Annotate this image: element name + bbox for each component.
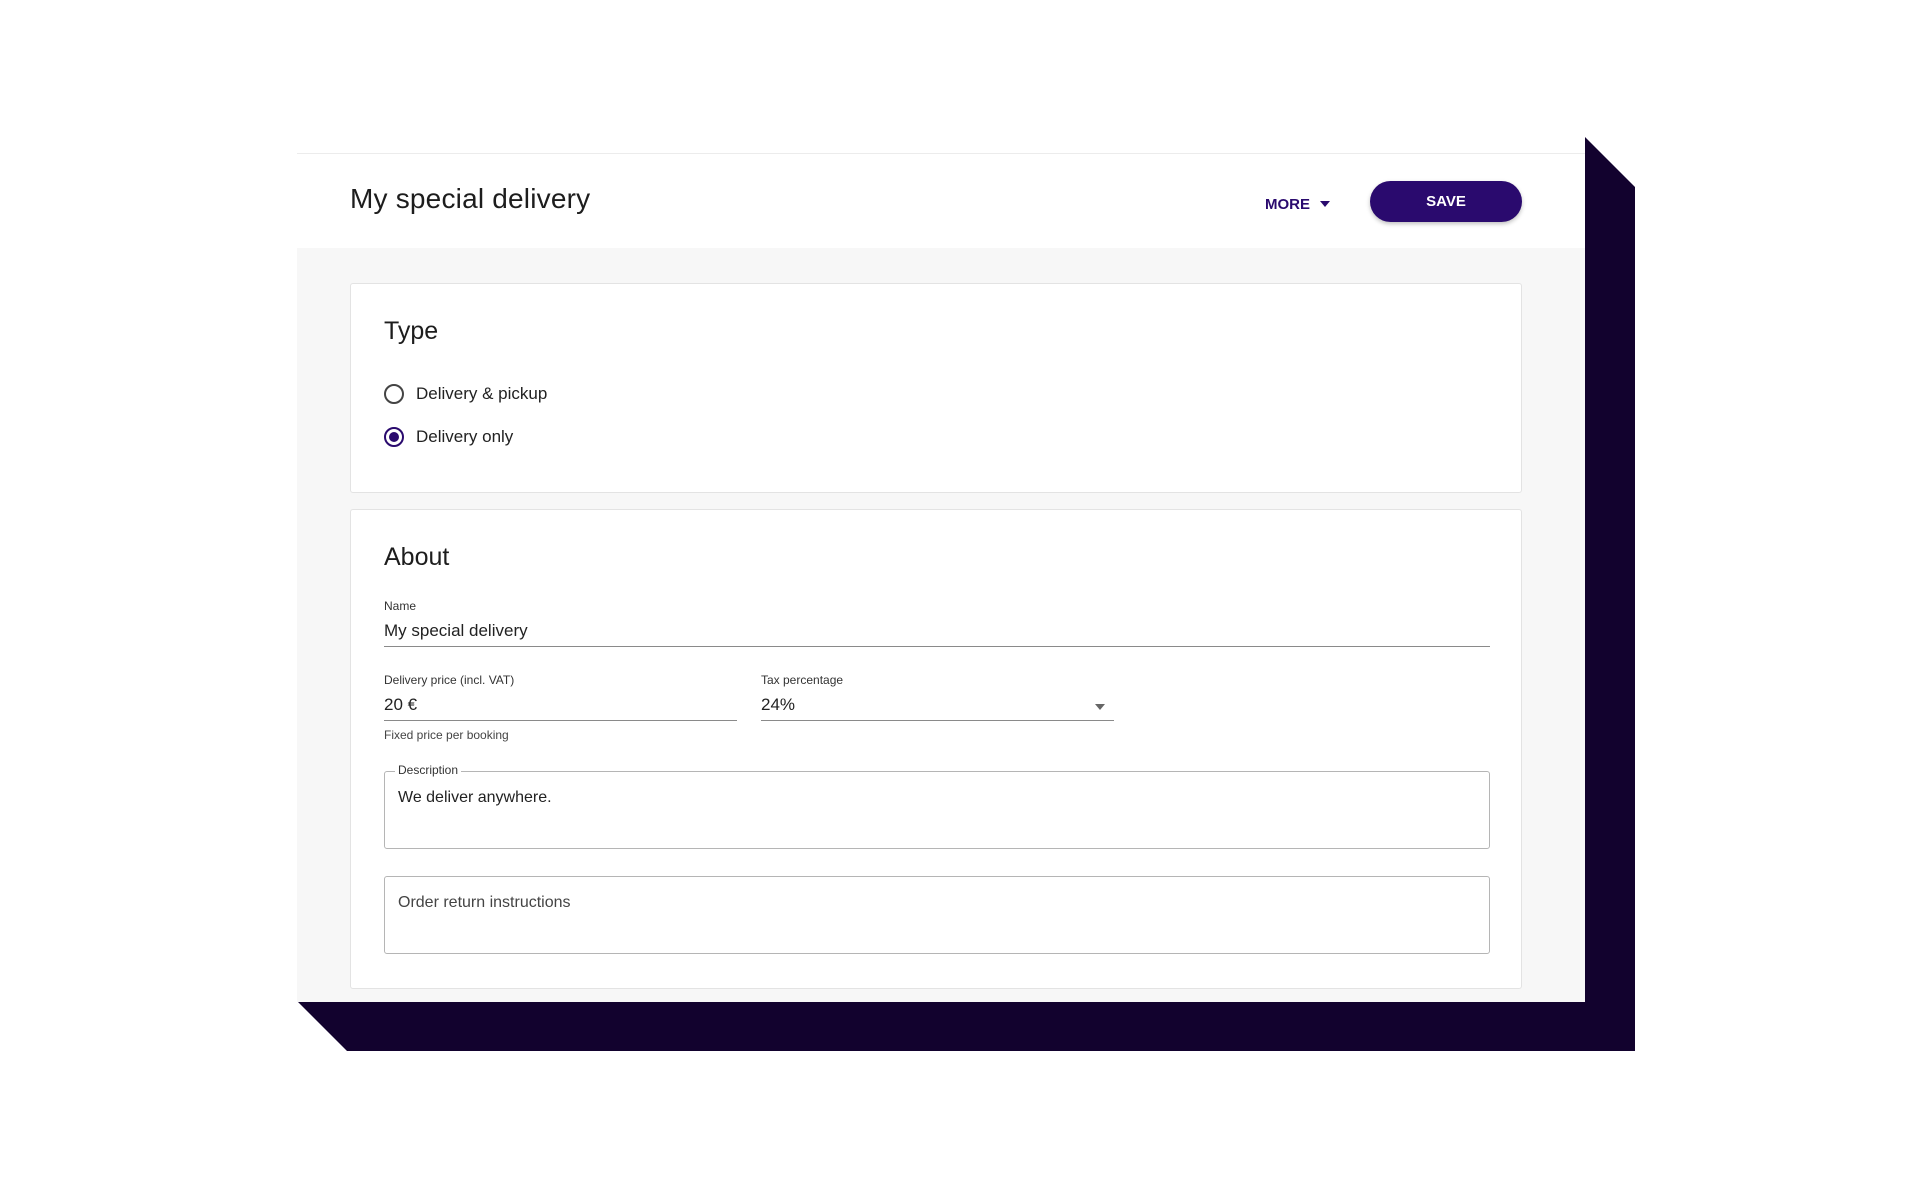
radio-unchecked-icon[interactable] [384, 384, 404, 404]
save-button[interactable]: SAVE [1370, 181, 1522, 222]
chevron-down-icon [1320, 201, 1330, 207]
type-section-title: Type [384, 317, 439, 345]
tax-percentage-value[interactable]: 24% [761, 695, 795, 715]
radio-label-delivery-pickup: Delivery & pickup [416, 384, 548, 403]
top-bar: My special delivery MORE SAVE [297, 154, 1585, 248]
more-menu-button[interactable]: MORE [1265, 192, 1330, 216]
chevron-down-icon[interactable] [1095, 704, 1105, 710]
more-button-label: MORE [1265, 195, 1310, 213]
type-card: Type Delivery & pickup Delivery only [350, 283, 1522, 493]
delivery-price-label: Delivery price (incl. VAT) [384, 673, 515, 687]
tax-percentage-label: Tax percentage [761, 673, 844, 687]
order-return-instructions-placeholder: Order return instructions [398, 894, 571, 911]
about-section-title: About [384, 543, 450, 571]
radio-option-delivery-pickup[interactable]: Delivery & pickup [384, 384, 547, 404]
delivery-price-helper-text: Fixed price per booking [384, 728, 509, 742]
screenshot-stage: My special delivery MORE SAVE Type Deliv… [0, 0, 1920, 1180]
app-window: My special delivery MORE SAVE Type Deliv… [297, 153, 1585, 1002]
about-card: About Name My special delivery Delivery … [350, 509, 1522, 989]
order-return-instructions-textarea[interactable]: Order return instructions [384, 876, 1490, 954]
page-title: My special delivery [350, 183, 591, 214]
tax-percentage-underline [761, 720, 1114, 721]
delivery-price-value[interactable]: 20 € [384, 695, 417, 715]
radio-label-delivery-only: Delivery only [416, 427, 514, 446]
description-value[interactable]: We deliver anywhere. [398, 789, 552, 807]
description-label: Description [395, 763, 462, 777]
name-field-value[interactable]: My special delivery [384, 621, 528, 641]
name-field-label: Name [384, 599, 417, 613]
description-textarea[interactable]: Description We deliver anywhere. [384, 763, 1490, 849]
delivery-price-underline [384, 720, 737, 721]
radio-checked-icon[interactable] [384, 427, 404, 447]
name-field-underline [384, 646, 1490, 647]
radio-option-delivery-only[interactable]: Delivery only [384, 427, 513, 447]
